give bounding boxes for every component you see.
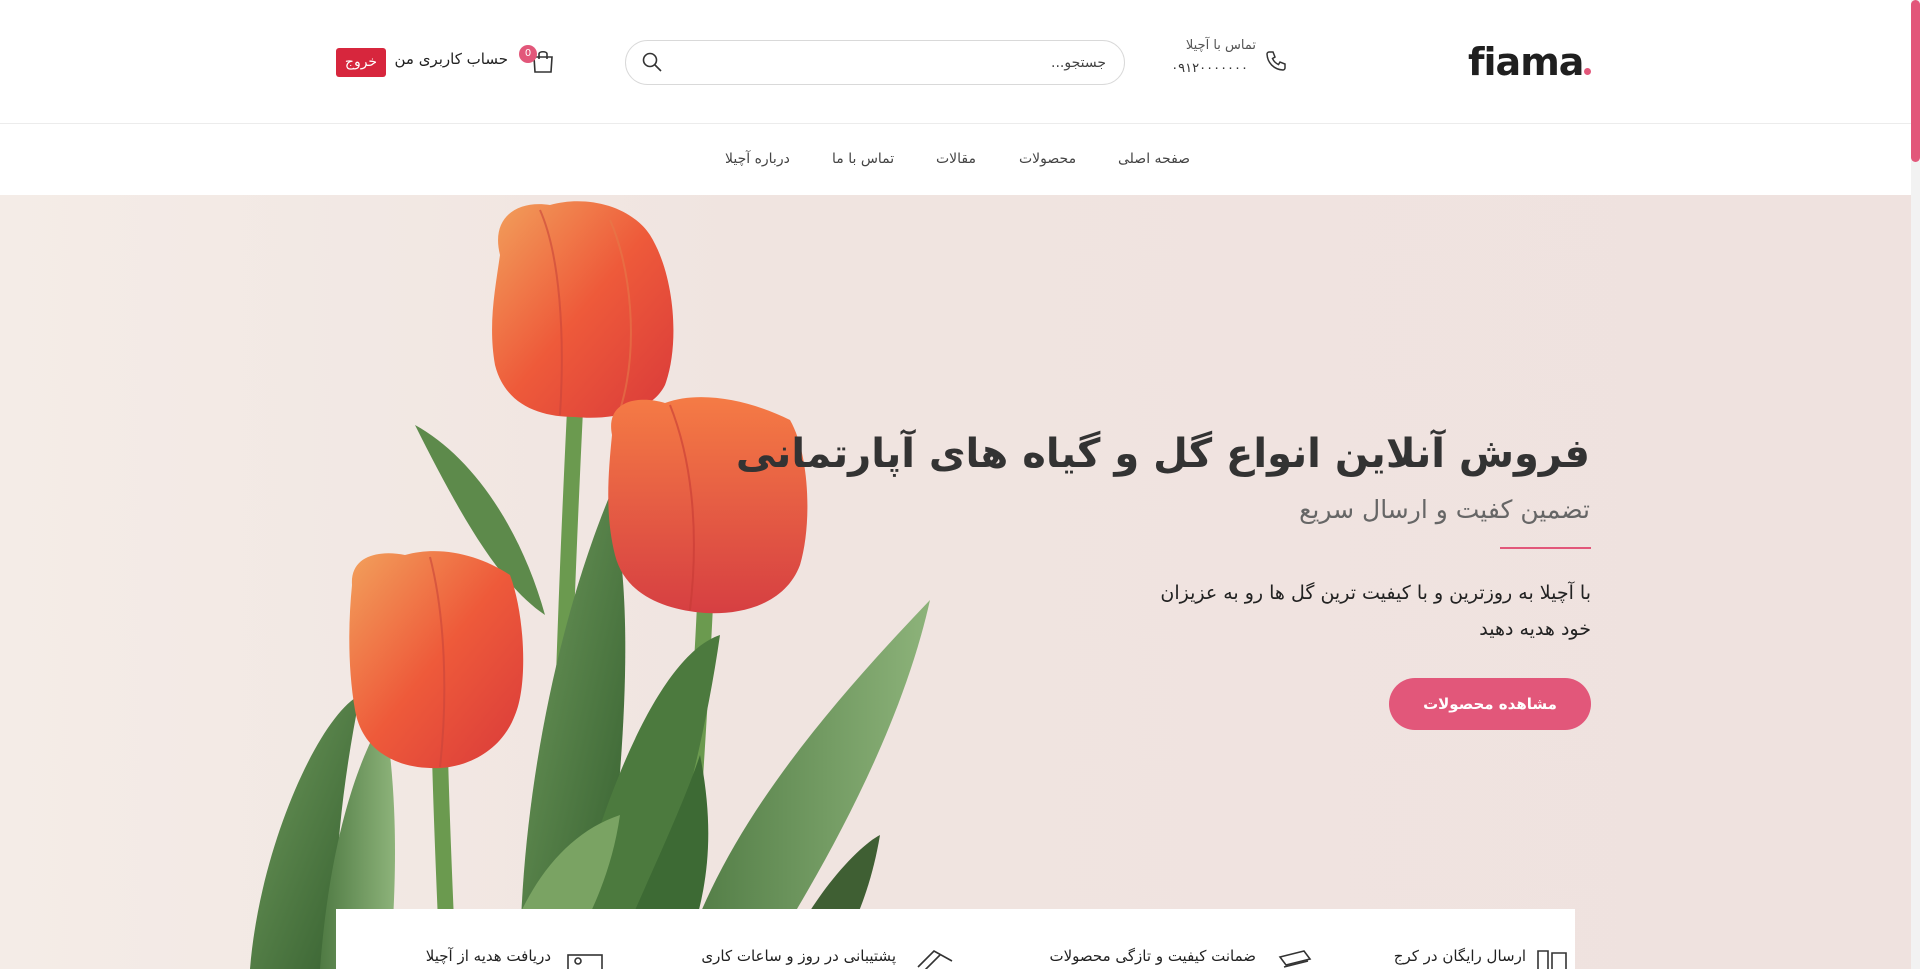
- contact-number[interactable]: ۰۹۱۲۰۰۰۰۰۰۰: [1160, 61, 1248, 76]
- shipping-icon: [1537, 950, 1567, 969]
- account-link[interactable]: حساب کاربری من: [392, 50, 508, 68]
- feature-shipping: ارسال رایگان در کرج: [1336, 947, 1576, 969]
- logout-button[interactable]: خروج: [336, 48, 386, 77]
- cart-count-badge: 0: [519, 45, 537, 63]
- nav-item-contact[interactable]: تماس با ما: [832, 151, 894, 167]
- view-products-button[interactable]: مشاهده محصولات: [1389, 678, 1591, 730]
- hero-title: فروش آنلاین انواع گل و گیاه های آپارتمان…: [735, 431, 1590, 477]
- tulips-image: [250, 201, 930, 969]
- nav-item-products[interactable]: محصولات: [1019, 151, 1076, 167]
- feature-label: ارسال رایگان در کرج: [1393, 947, 1526, 965]
- logo-dot: [1584, 68, 1591, 75]
- support-icon: [917, 950, 953, 969]
- hero-banner: فروش آنلاین انواع گل و گیاه های آپارتمان…: [0, 195, 1911, 969]
- search-box: [625, 40, 1125, 85]
- phone-icon: [1266, 51, 1286, 71]
- quality-icon: [1278, 950, 1312, 968]
- search-input[interactable]: [686, 41, 1106, 84]
- hero-divider: [1500, 547, 1591, 549]
- features-bar: ارسال رایگان در کرج ضمانت کیفیت و تازگی …: [336, 909, 1575, 969]
- feature-label: پشتیبانی در روز و ساعات کاری: [701, 947, 896, 965]
- scrollbar-thumb[interactable]: [1911, 0, 1920, 162]
- logo-text: fiama: [1468, 40, 1584, 84]
- gift-icon: [567, 954, 603, 969]
- feature-quality: ضمانت کیفیت و تازگی محصولات: [976, 947, 1316, 969]
- search-icon[interactable]: [640, 50, 664, 74]
- feature-label: دریافت هدیه از آچیلا: [425, 947, 551, 965]
- main-nav: صفحه اصلی محصولات مقالات تماس با ما دربا…: [0, 125, 1911, 195]
- hero-description: با آچیلا به روزترین و با کیفیت ترین گل ه…: [1130, 575, 1591, 647]
- feature-label: ضمانت کیفیت و تازگی محصولات: [1049, 947, 1257, 965]
- nav-item-home[interactable]: صفحه اصلی: [1118, 151, 1190, 167]
- site-header: fiama تماس با آچیلا ۰۹۱۲۰۰۰۰۰۰۰ 0 حساب ک…: [0, 0, 1911, 124]
- hero-description-line2: خود هدیه دهید: [1479, 618, 1591, 640]
- contact-label: تماس با آچیلا: [1185, 38, 1256, 53]
- nav-item-articles[interactable]: مقالات: [936, 151, 976, 167]
- hero-description-line1: با آچیلا به روزترین و با کیفیت ترین گل ه…: [1160, 582, 1591, 604]
- feature-gift: دریافت هدیه از آچیلا: [376, 947, 616, 969]
- hero-subtitle: تضمین کفیت و ارسال سریع: [1299, 495, 1590, 524]
- nav-item-about[interactable]: درباره آچیلا: [725, 151, 790, 167]
- feature-support: پشتیبانی در روز و ساعات کاری: [646, 947, 956, 969]
- page-scrollbar[interactable]: [1911, 0, 1920, 969]
- site-logo[interactable]: fiama: [1468, 38, 1594, 86]
